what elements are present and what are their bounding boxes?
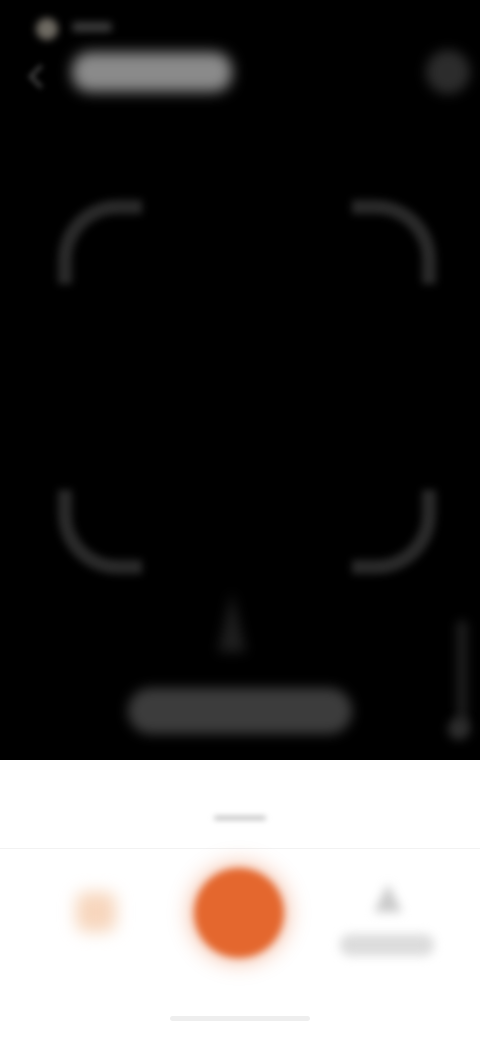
mode-tab-label[interactable] (190, 784, 290, 814)
history-icon (374, 884, 402, 912)
camera-viewfinder (0, 0, 480, 760)
flashlight-icon[interactable] (218, 592, 246, 652)
bottom-control-panel (0, 760, 480, 1040)
status-icons (72, 22, 112, 32)
divider (0, 848, 480, 849)
scan-frame-corner-bottom-right (352, 490, 436, 574)
scan-frame-corner-bottom-left (58, 490, 142, 574)
scan-hint (128, 688, 352, 734)
more-icon[interactable] (426, 50, 470, 94)
back-arrow-icon (28, 64, 53, 89)
album-button[interactable] (52, 870, 140, 970)
scan-frame-corner-top-right (352, 200, 436, 284)
history-label (340, 934, 434, 956)
shutter-button[interactable] (194, 868, 284, 958)
home-indicator[interactable] (170, 1016, 310, 1021)
history-button[interactable] (340, 872, 434, 972)
camera-screen (0, 0, 480, 1040)
scan-frame-corner-top-left (58, 200, 142, 284)
album-label (52, 936, 140, 958)
photo-album-icon (76, 892, 116, 932)
status-bar (0, 0, 480, 48)
status-camera-dot (36, 18, 58, 40)
mode-tab-indicator (214, 816, 266, 820)
back-button[interactable] (22, 58, 58, 94)
zoom-slider[interactable] (456, 620, 468, 730)
zoom-handle[interactable] (448, 718, 470, 740)
scan-title (72, 52, 232, 92)
